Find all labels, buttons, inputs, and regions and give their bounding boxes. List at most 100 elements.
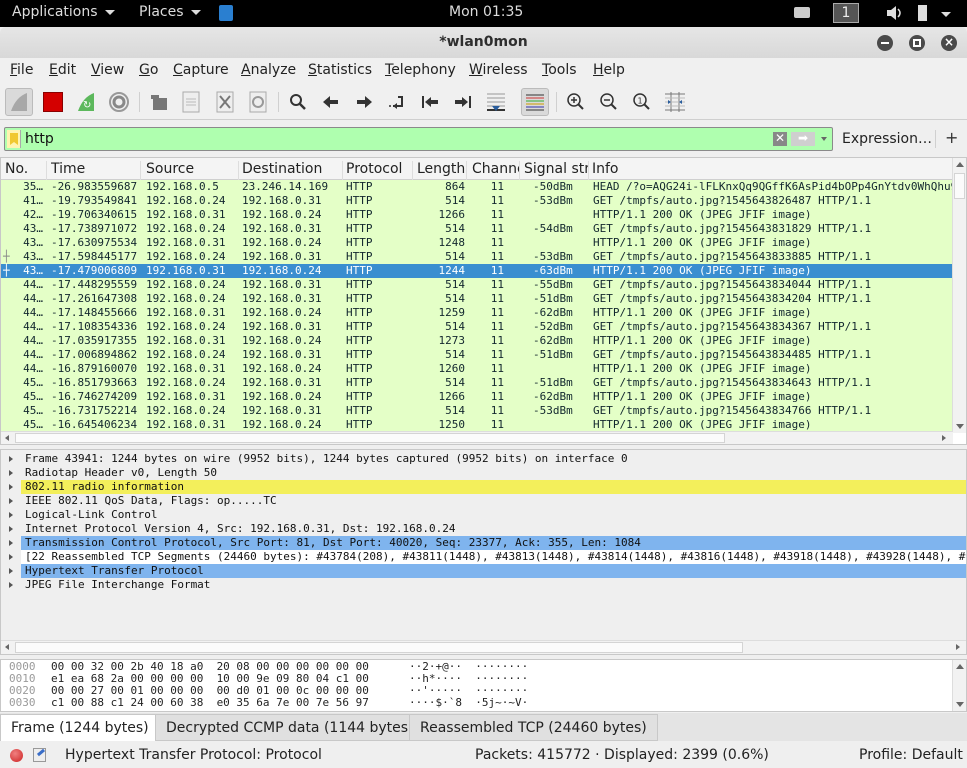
status-profile[interactable]: Profile: Default xyxy=(859,747,963,763)
packet-row[interactable]: 45… -16.645406234 192.168.0.31 192.168.0.24… xyxy=(1,418,953,432)
stop-capture-icon[interactable] xyxy=(39,88,67,116)
column-header-signal[interactable]: Signal str xyxy=(524,161,589,180)
scrollbar-thumb[interactable] xyxy=(954,173,965,199)
wireshark-app-icon[interactable] xyxy=(219,5,233,21)
detail-tree-item[interactable]: Transmission Control Protocol, Src Port:… xyxy=(1,536,966,550)
close-file-icon[interactable] xyxy=(211,88,239,116)
packet-row[interactable]: 44… -17.448295559 192.168.0.24 192.168.0.31… xyxy=(1,278,953,292)
menu-go[interactable]: Go xyxy=(139,62,158,78)
capture-options-icon[interactable] xyxy=(105,88,133,116)
packet-row[interactable]: 35… -26.983559687 192.168.0.5 23.246.14.169… xyxy=(1,180,953,194)
first-packet-icon[interactable] xyxy=(416,88,444,116)
column-header-destination[interactable]: Destination xyxy=(242,161,343,180)
column-header-info[interactable]: Info xyxy=(592,161,892,180)
expression-button[interactable]: Expression… xyxy=(842,131,932,147)
filter-history-chevron-icon[interactable] xyxy=(821,137,827,141)
detail-tree-item[interactable]: JPEG File Interchange Format xyxy=(1,578,966,592)
packet-row[interactable]: 42… -19.706340615 192.168.0.31 192.168.0.24… xyxy=(1,208,953,222)
menu-file[interactable]: File xyxy=(10,62,33,78)
menu-telephony[interactable]: Telephony xyxy=(385,62,456,78)
expand-arrow-icon[interactable] xyxy=(9,470,13,476)
menu-tools[interactable]: Tools xyxy=(542,62,577,78)
column-header-no[interactable]: No. xyxy=(5,161,47,180)
hex-ascii[interactable]: ····$·`8 ·5j~·~V· xyxy=(409,697,528,709)
open-file-icon[interactable] xyxy=(145,88,173,116)
auto-scroll-icon[interactable] xyxy=(482,88,510,116)
hex-offset[interactable]: 0030 xyxy=(9,697,36,709)
expand-arrow-icon[interactable] xyxy=(9,554,13,560)
tab-frame[interactable]: Frame (1244 bytes) xyxy=(0,714,160,741)
expand-arrow-icon[interactable] xyxy=(9,498,13,504)
detail-tree-item[interactable]: 802.11 radio information xyxy=(1,480,966,494)
places-menu[interactable]: Places xyxy=(139,4,201,20)
colorize-icon[interactable] xyxy=(521,88,549,116)
zoom-in-icon[interactable] xyxy=(562,88,590,116)
add-filter-button[interactable]: + xyxy=(945,128,958,147)
minimize-button[interactable] xyxy=(877,35,893,51)
bookmark-icon[interactable] xyxy=(7,130,21,148)
expand-arrow-icon[interactable] xyxy=(9,540,13,546)
detail-tree-item[interactable]: IEEE 802.11 QoS Data, Flags: op.....TC xyxy=(1,494,966,508)
packet-row[interactable]: 43… -17.738971072 192.168.0.24 192.168.0.31… xyxy=(1,222,953,236)
capture-comment-icon[interactable] xyxy=(33,748,46,762)
find-packet-icon[interactable] xyxy=(284,88,312,116)
packet-row[interactable]: 43… -17.630975534 192.168.0.31 192.168.0.24… xyxy=(1,236,953,250)
detail-tree-item[interactable]: Hypertext Transfer Protocol xyxy=(1,564,966,578)
go-forward-icon[interactable] xyxy=(350,88,378,116)
expand-arrow-icon[interactable] xyxy=(9,568,13,574)
resize-columns-icon[interactable] xyxy=(661,88,689,116)
go-to-packet-icon[interactable] xyxy=(383,88,411,116)
scroll-right-icon[interactable] xyxy=(956,644,960,650)
packet-list-vertical-scrollbar[interactable] xyxy=(952,158,966,433)
scrollbar-thumb[interactable] xyxy=(15,433,725,443)
go-back-icon[interactable] xyxy=(317,88,345,116)
scroll-left-icon[interactable] xyxy=(5,644,9,650)
apply-filter-icon[interactable]: ➡ xyxy=(791,132,815,146)
packet-row[interactable]: 44… -17.108354336 192.168.0.24 192.168.0.31… xyxy=(1,320,953,334)
display-filter-input[interactable] xyxy=(25,129,765,149)
tab-reassembled-tcp[interactable]: Reassembled TCP (24460 bytes) xyxy=(409,714,658,741)
packet-row[interactable]: 44… -16.879160070 192.168.0.31 192.168.0.24… xyxy=(1,362,953,376)
start-capture-icon[interactable] xyxy=(5,88,33,116)
packet-row[interactable]: 41… -19.793549841 192.168.0.24 192.168.0.31… xyxy=(1,194,953,208)
detail-tree-item[interactable]: Frame 43941: 1244 bytes on wire (9952 bi… xyxy=(1,452,966,466)
column-header-time[interactable]: Time xyxy=(51,161,141,180)
menu-statistics[interactable]: Statistics xyxy=(308,62,372,78)
restart-capture-icon[interactable]: ↻ xyxy=(72,88,100,116)
detail-tree-item[interactable]: Internet Protocol Version 4, Src: 192.16… xyxy=(1,522,966,536)
column-header-source[interactable]: Source xyxy=(146,161,239,180)
packet-row[interactable]: 45… -16.731752214 192.168.0.24 192.168.0.31… xyxy=(1,404,953,418)
menu-analyze[interactable]: Analyze xyxy=(241,62,296,78)
zoom-out-icon[interactable] xyxy=(595,88,623,116)
scroll-up-icon[interactable] xyxy=(956,664,964,669)
maximize-button[interactable] xyxy=(909,35,925,51)
scrollbar-thumb[interactable] xyxy=(15,642,743,653)
bytes-vertical-scrollbar[interactable] xyxy=(952,660,966,711)
save-file-icon[interactable] xyxy=(177,88,205,116)
normal-size-icon[interactable]: 1 xyxy=(628,88,656,116)
packet-row[interactable]: 45… -16.746274209 192.168.0.31 192.168.0.24… xyxy=(1,390,953,404)
packet-row[interactable]: 44… -17.148455666 192.168.0.31 192.168.0.24… xyxy=(1,306,953,320)
expand-arrow-icon[interactable] xyxy=(9,512,13,518)
expand-arrow-icon[interactable] xyxy=(9,582,13,588)
clear-filter-icon[interactable]: ✕ xyxy=(773,132,787,146)
packet-row[interactable]: 44… -17.035917355 192.168.0.31 192.168.0.24… xyxy=(1,334,953,348)
tab-decrypted-ccmp[interactable]: Decrypted CCMP data (1144 bytes) xyxy=(155,714,425,741)
menu-wireless[interactable]: Wireless xyxy=(469,62,528,78)
detail-tree-item[interactable]: Radiotap Header v0, Length 50 xyxy=(1,466,966,480)
expand-arrow-icon[interactable] xyxy=(9,526,13,532)
workspace-indicator[interactable]: 1 xyxy=(833,3,859,23)
packet-row[interactable]: 44… -17.006894862 192.168.0.24 192.168.0.31… xyxy=(1,348,953,362)
hex-bytes[interactable]: c1 00 88 c1 24 00 60 38 e0 35 6a 7e 00 7… xyxy=(51,697,369,709)
expand-arrow-icon[interactable] xyxy=(9,456,13,462)
column-header-channel[interactable]: Channe xyxy=(472,161,520,180)
menu-help[interactable]: Help xyxy=(593,62,625,78)
expand-arrow-icon[interactable] xyxy=(9,484,13,490)
last-packet-icon[interactable] xyxy=(449,88,477,116)
reload-file-icon[interactable] xyxy=(244,88,272,116)
scroll-right-icon[interactable] xyxy=(942,435,946,441)
details-horizontal-scrollbar[interactable] xyxy=(1,640,966,654)
column-header-protocol[interactable]: Protocol xyxy=(346,161,413,180)
volume-icon[interactable] xyxy=(886,6,904,20)
packet-row[interactable]: 43… -17.598445177 192.168.0.24 192.168.0.31… xyxy=(1,250,953,264)
